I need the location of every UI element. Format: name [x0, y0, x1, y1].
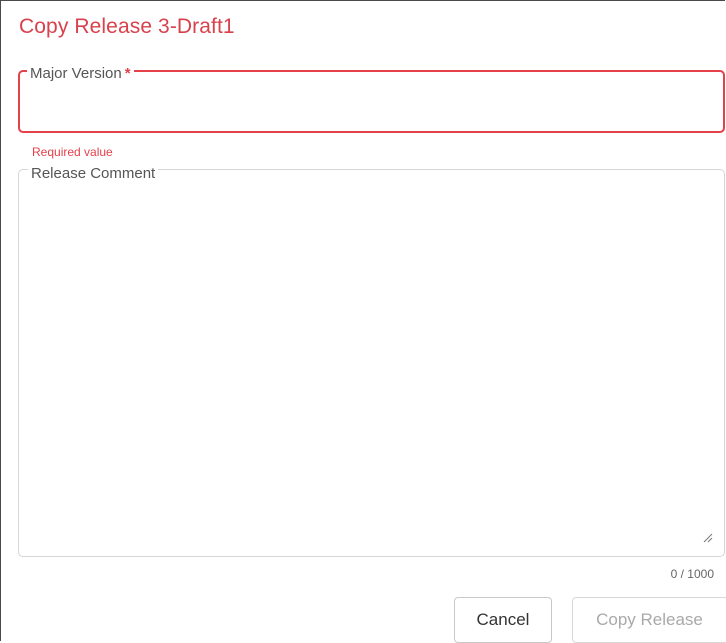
- copy-release-dialog: Copy Release 3-Draft1 Major Version * Req…: [0, 0, 726, 643]
- release-comment-textarea[interactable]: [31, 191, 705, 535]
- character-counter: 0 / 1000: [670, 567, 714, 581]
- release-comment-label: Release Comment: [28, 165, 159, 183]
- dialog-title: Copy Release 3-Draft1: [19, 15, 235, 38]
- cancel-button[interactable]: Cancel: [454, 597, 552, 643]
- major-version-error: Required value: [32, 145, 113, 159]
- required-marker: *: [124, 65, 131, 82]
- resize-grip-icon[interactable]: [701, 531, 713, 543]
- copy-release-button[interactable]: Copy Release: [572, 597, 726, 643]
- major-version-label-text: Major Version: [30, 65, 122, 82]
- major-version-label: Major Version *: [27, 65, 134, 83]
- major-version-input[interactable]: [31, 93, 715, 121]
